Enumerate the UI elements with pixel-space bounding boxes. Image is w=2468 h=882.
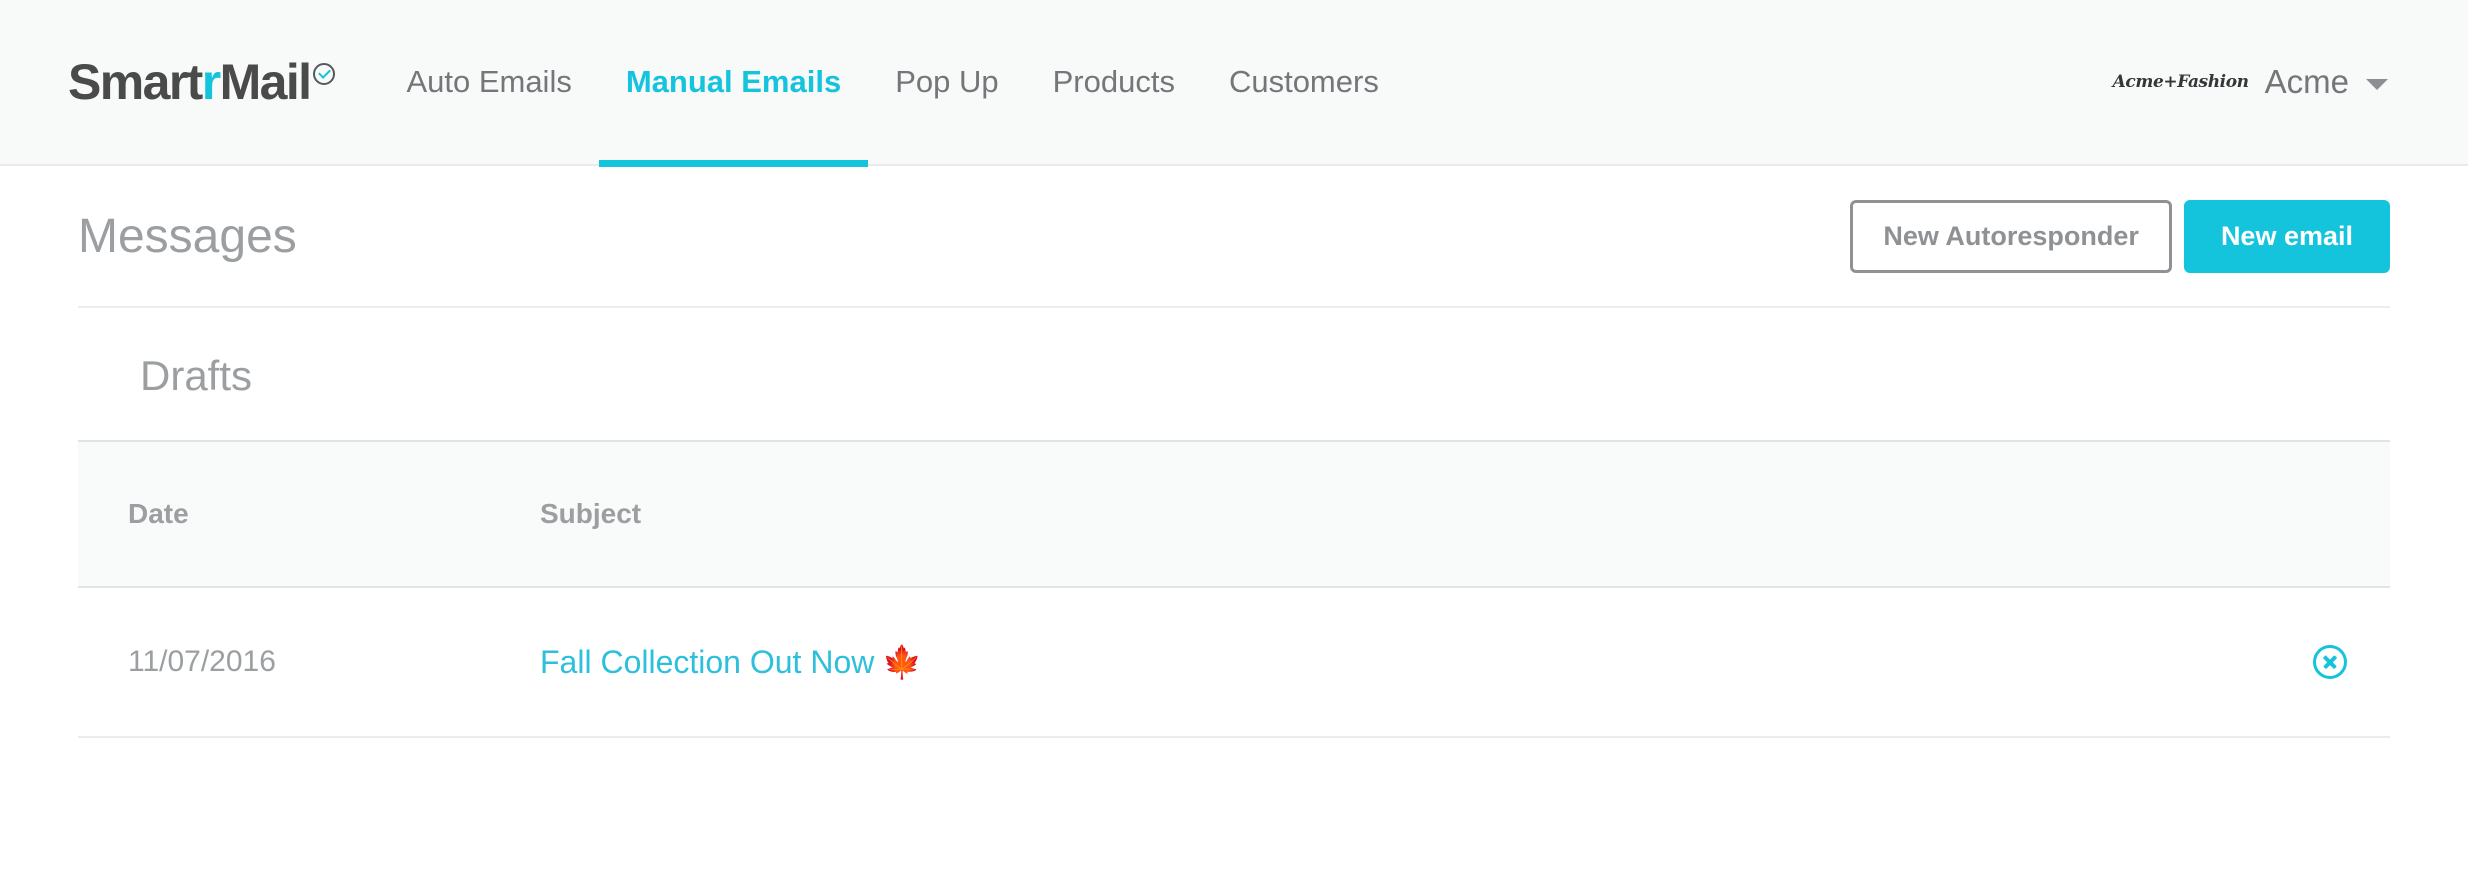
page-body: Messages New Autoresponder New email Dra… <box>0 166 2468 738</box>
draft-date: 11/07/2016 <box>128 645 276 678</box>
nav-item-pop-up[interactable]: Pop Up <box>868 0 1025 165</box>
maple-leaf-icon: 🍁 <box>882 644 923 680</box>
brand-name-part2: Mail <box>219 54 312 110</box>
page-header: Messages New Autoresponder New email <box>0 166 2468 306</box>
draft-subject-link[interactable]: Fall Collection Out Now 🍁 <box>540 644 922 680</box>
main-nav: Auto Emails Manual Emails Pop Up Product… <box>379 0 1406 167</box>
nav-item-customers[interactable]: Customers <box>1202 0 1406 165</box>
brand-wordmark: SmartrMail <box>68 54 312 110</box>
nav-item-products[interactable]: Products <box>1026 0 1202 165</box>
nav-item-auto-emails[interactable]: Auto Emails <box>379 0 598 165</box>
top-navigation-bar: SmartrMail Auto Emails Manual Emails Pop… <box>0 0 2468 167</box>
page-action-buttons: New Autoresponder New email <box>1850 199 2390 273</box>
page-title: Messages <box>78 209 297 263</box>
column-header-date-cell: Date <box>78 498 540 530</box>
new-email-button[interactable]: New email <box>2183 199 2390 273</box>
nav-label: Pop Up <box>895 64 999 99</box>
account-menu[interactable]: Acme+Fashion Acme <box>2113 63 2388 101</box>
column-header-subject: Subject <box>540 498 642 529</box>
new-autoresponder-button[interactable]: New Autoresponder <box>1850 199 2172 273</box>
table-header-row: Date Subject <box>78 440 2390 588</box>
brand-name-accent: r <box>201 54 221 110</box>
drafts-table: Date Subject 11/07/2016 Fall Collection … <box>78 440 2390 738</box>
brand-name-part1: Smart <box>68 54 203 110</box>
drafts-section-title: Drafts <box>140 352 253 399</box>
nav-label: Customers <box>1228 64 1379 99</box>
row-date-cell: 11/07/2016 <box>78 645 540 679</box>
delete-circle-icon[interactable] <box>2313 645 2347 679</box>
row-subject-cell: Fall Collection Out Now 🍁 <box>540 643 2270 681</box>
chevron-down-icon <box>2366 79 2388 90</box>
draft-subject-text: Fall Collection Out Now <box>540 644 875 680</box>
nav-label: Products <box>1052 64 1175 99</box>
smartrmail-logo[interactable]: SmartrMail <box>68 54 336 110</box>
column-header-subject-cell: Subject <box>540 498 2270 530</box>
nav-label: Manual Emails <box>625 64 842 99</box>
account-name-label: Acme <box>2264 63 2349 100</box>
column-header-date: Date <box>128 498 189 529</box>
table-row: 11/07/2016 Fall Collection Out Now 🍁 <box>78 588 2390 738</box>
account-brand-logo: Acme+Fashion <box>2112 72 2249 92</box>
check-circle-icon <box>313 63 336 85</box>
nav-label: Auto Emails <box>406 64 572 99</box>
nav-item-manual-emails[interactable]: Manual Emails <box>598 0 869 167</box>
row-action-cell <box>2270 645 2390 679</box>
